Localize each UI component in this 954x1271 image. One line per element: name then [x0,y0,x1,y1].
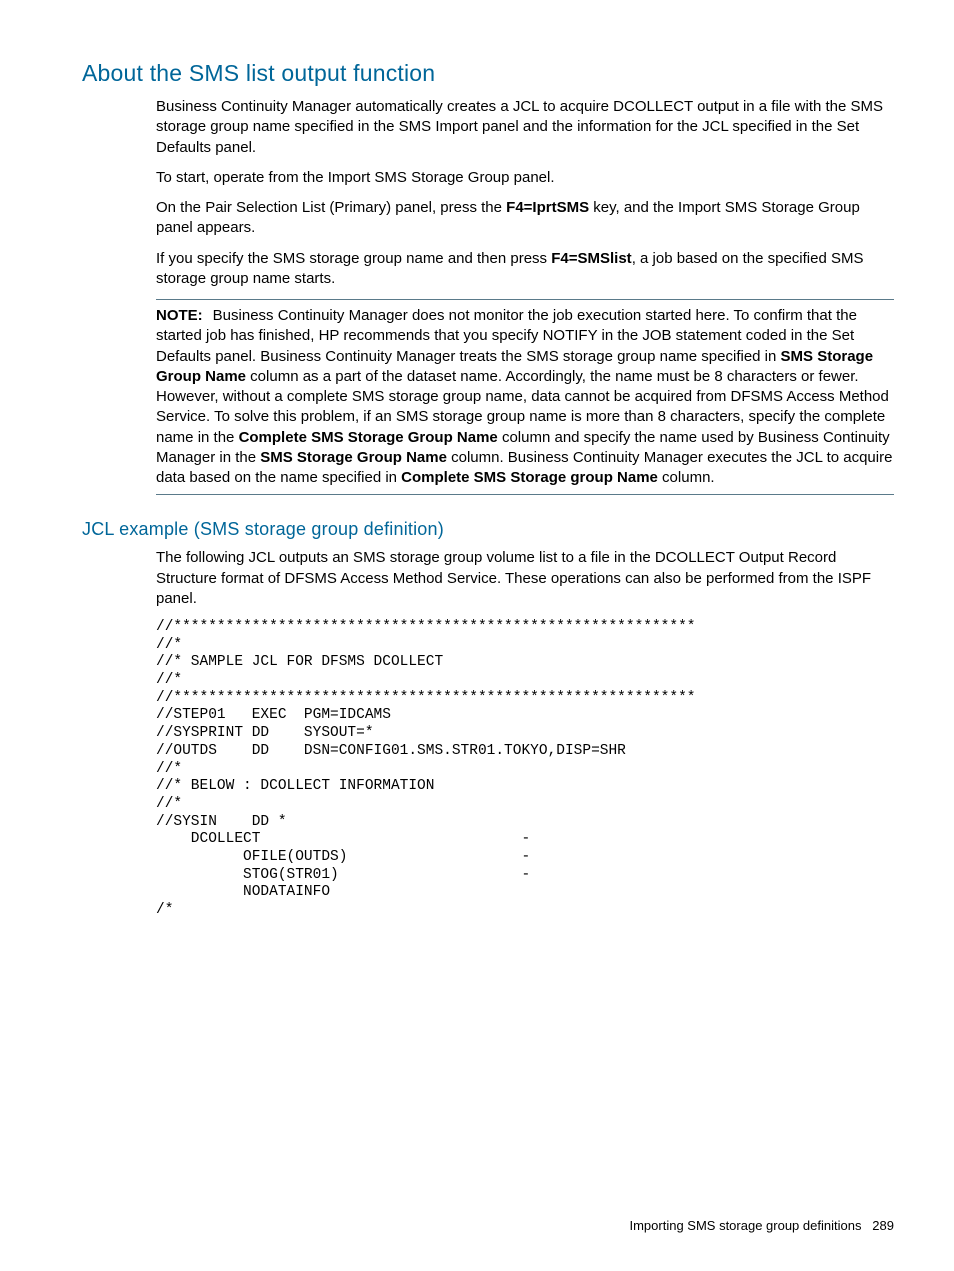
para-2: To start, operate from the Import SMS St… [156,168,894,188]
para-3-a: On the Pair Selection List (Primary) pan… [156,199,506,216]
note-block: NOTE:Business Continuity Manager does no… [156,299,894,495]
key-f4-iprtsms: F4=IprtSMS [506,199,589,216]
note-kw2: Complete SMS Storage Group Name [239,429,498,446]
page-footer: Importing SMS storage group definitions … [629,1218,894,1233]
footer-page-number: 289 [872,1218,894,1233]
section2-body: The following JCL outputs an SMS storage… [156,548,894,919]
section1-body: Business Continuity Manager automaticall… [156,97,894,495]
footer-text: Importing SMS storage group definitions [629,1218,861,1233]
para-3: On the Pair Selection List (Primary) pan… [156,198,894,239]
para-4: If you specify the SMS storage group nam… [156,249,894,290]
heading-jcl-example: JCL example (SMS storage group definitio… [82,519,894,540]
page-content: About the SMS list output function Busin… [0,0,954,920]
note-text-a: Business Continuity Manager does not mon… [156,307,857,365]
code-block-jcl: //**************************************… [156,619,894,920]
para-1: Business Continuity Manager automaticall… [156,97,894,158]
key-f4-smslist: F4=SMSlist [551,250,631,267]
note-kw4: Complete SMS Storage group Name [401,469,658,486]
note-label: NOTE: [156,307,203,324]
note-text-e: column. [658,469,715,486]
para-jcl-intro: The following JCL outputs an SMS storage… [156,548,894,609]
note-kw3: SMS Storage Group Name [260,449,447,466]
para-4-a: If you specify the SMS storage group nam… [156,250,551,267]
heading-about-sms-list: About the SMS list output function [82,60,894,87]
